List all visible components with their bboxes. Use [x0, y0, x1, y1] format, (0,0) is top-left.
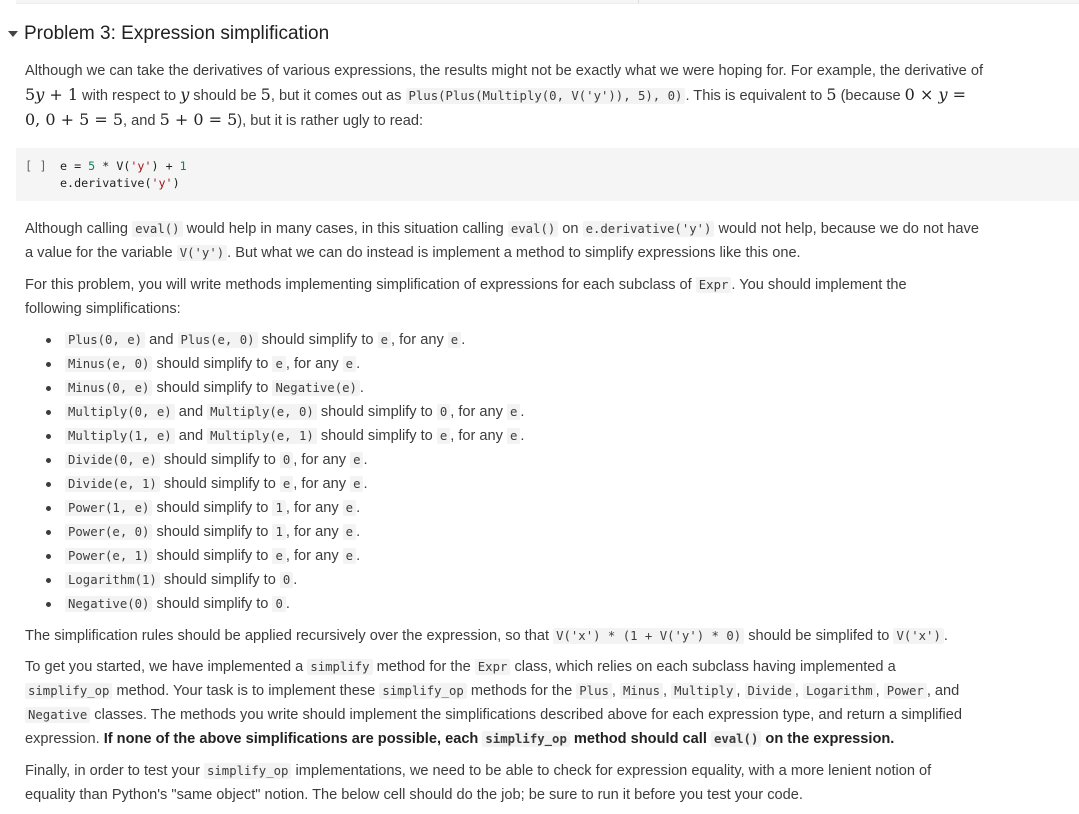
- math-equation: 5 + 0 = 5: [159, 110, 238, 129]
- rule-item: Divide(0, e) should simplify to 0, for a…: [46, 448, 965, 472]
- run-cell-button[interactable]: [ ]: [25, 159, 47, 173]
- paragraph-simplify-op: To get you started, we have implemented …: [25, 659, 962, 747]
- math-5: 5: [260, 85, 271, 104]
- paragraph-eval: Although calling eval() would help in ma…: [25, 221, 979, 261]
- section-header: Problem 3: Expression simplification: [0, 20, 329, 48]
- rule-item: Minus(0, e) should simplify to Negative(…: [46, 376, 965, 400]
- paragraph-equality: Finally, in order to test your simplify_…: [25, 763, 932, 803]
- rule-item: Power(1, e) should simplify to 1, for an…: [46, 496, 965, 520]
- math-5: 5: [826, 85, 837, 104]
- previous-cell-edge: [16, 0, 1079, 4]
- section-title: Problem 3: Expression simplification: [24, 23, 330, 44]
- intro-paragraph: Although we can take the derivatives of …: [25, 63, 984, 129]
- rule-item: Plus(0, e) and Plus(e, 0) should simplif…: [46, 328, 965, 352]
- rule-item: Multiply(1, e) and Multiply(e, 1) should…: [46, 424, 965, 448]
- caret-down-icon[interactable]: [0, 31, 24, 37]
- rule-item: Power(e, 0) should simplify to 1, for an…: [46, 520, 965, 544]
- math-y: y: [180, 85, 190, 104]
- code-cell[interactable]: [ ] e = 5 * V('y') + 1 e.derivative('y'): [16, 148, 1079, 201]
- math-5y-plus-1: 5y + 1: [25, 85, 78, 104]
- rule-item: Power(e, 1) should simplify to e, for an…: [46, 544, 965, 568]
- code-editor[interactable]: e = 5 * V('y') + 1 e.derivative('y'): [60, 158, 187, 192]
- paragraph-problem: For this problem, you will write methods…: [25, 277, 907, 317]
- rule-item: Logarithm(1) should simplify to 0.: [46, 568, 965, 592]
- paragraph-recursive: The simplification rules should be appli…: [25, 628, 948, 644]
- bold-instruction: If none of the above simplifications are…: [103, 731, 895, 747]
- rule-item: Minus(e, 0) should simplify to e, for an…: [46, 352, 965, 376]
- rule-item: Divide(e, 1) should simplify to e, for a…: [46, 472, 965, 496]
- cell-divider: [638, 0, 639, 3]
- inline-code: Plus(Plus(Multiply(0, V('y')), 5), 0): [405, 88, 686, 104]
- rule-item: Negative(0) should simplify to 0.: [46, 592, 965, 616]
- simplification-rules-list: Plus(0, e) and Plus(e, 0) should simplif…: [25, 328, 965, 616]
- rule-item: Multiply(0, e) and Multiply(e, 0) should…: [46, 400, 965, 424]
